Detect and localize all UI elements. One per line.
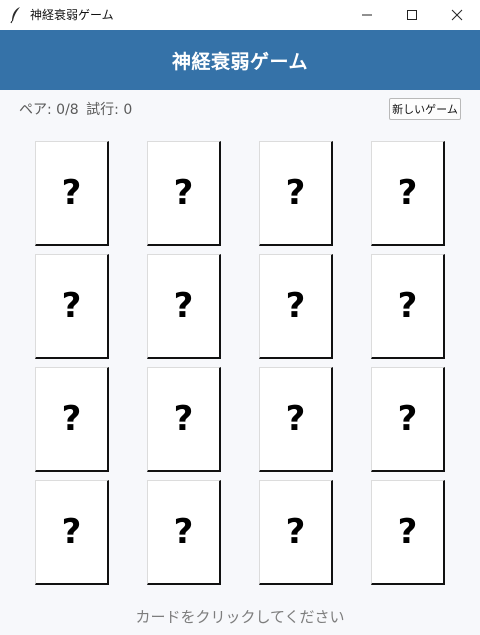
card[interactable]: ?	[147, 254, 221, 359]
card[interactable]: ?	[259, 141, 333, 246]
score-status: ペア: 0/8 試行: 0	[19, 101, 135, 119]
card-face-down-mark: ?	[61, 173, 82, 213]
card-face-down-mark: ?	[285, 512, 306, 552]
card[interactable]: ?	[371, 367, 445, 472]
card-face-down-mark: ?	[397, 399, 418, 439]
card-face-down-mark: ?	[397, 173, 418, 213]
maximize-icon	[407, 10, 417, 20]
card[interactable]: ?	[371, 254, 445, 359]
instruction-text: カードをクリックしてください	[135, 608, 345, 626]
card[interactable]: ?	[147, 480, 221, 585]
card[interactable]: ?	[259, 254, 333, 359]
card[interactable]: ?	[35, 367, 109, 472]
close-button[interactable]	[434, 0, 480, 30]
new-game-button[interactable]: 新しいゲーム	[389, 98, 461, 120]
header-banner: 神経衰弱ゲーム	[0, 30, 480, 90]
window-titlebar: 神経衰弱ゲーム	[0, 0, 480, 30]
card[interactable]: ?	[371, 141, 445, 246]
window-title: 神経衰弱ゲーム	[30, 8, 114, 22]
maximize-button[interactable]	[389, 0, 435, 30]
card-face-down-mark: ?	[61, 286, 82, 326]
pairs-counter: ペア: 0/8	[19, 102, 79, 118]
minimize-icon	[362, 14, 372, 16]
card[interactable]: ?	[259, 367, 333, 472]
card[interactable]: ?	[259, 480, 333, 585]
feather-icon	[9, 6, 23, 24]
card-face-down-mark: ?	[173, 399, 194, 439]
card[interactable]: ?	[35, 480, 109, 585]
card[interactable]: ?	[147, 141, 221, 246]
tries-counter: 試行: 0	[86, 102, 133, 118]
card[interactable]: ?	[35, 254, 109, 359]
card-face-down-mark: ?	[61, 399, 82, 439]
close-icon	[451, 9, 463, 21]
card-face-down-mark: ?	[397, 286, 418, 326]
card-face-down-mark: ?	[173, 286, 194, 326]
card-face-down-mark: ?	[397, 512, 418, 552]
card-face-down-mark: ?	[61, 512, 82, 552]
card[interactable]: ?	[371, 480, 445, 585]
card-face-down-mark: ?	[285, 173, 306, 213]
card[interactable]: ?	[147, 367, 221, 472]
card-grid: ? ? ? ? ? ? ? ? ? ? ? ? ? ? ? ?	[35, 141, 445, 585]
card-face-down-mark: ?	[173, 512, 194, 552]
card-face-down-mark: ?	[285, 399, 306, 439]
page-title: 神経衰弱ゲーム	[172, 50, 308, 73]
card-face-down-mark: ?	[285, 286, 306, 326]
minimize-button[interactable]	[344, 0, 390, 30]
card-face-down-mark: ?	[173, 173, 194, 213]
card[interactable]: ?	[35, 141, 109, 246]
